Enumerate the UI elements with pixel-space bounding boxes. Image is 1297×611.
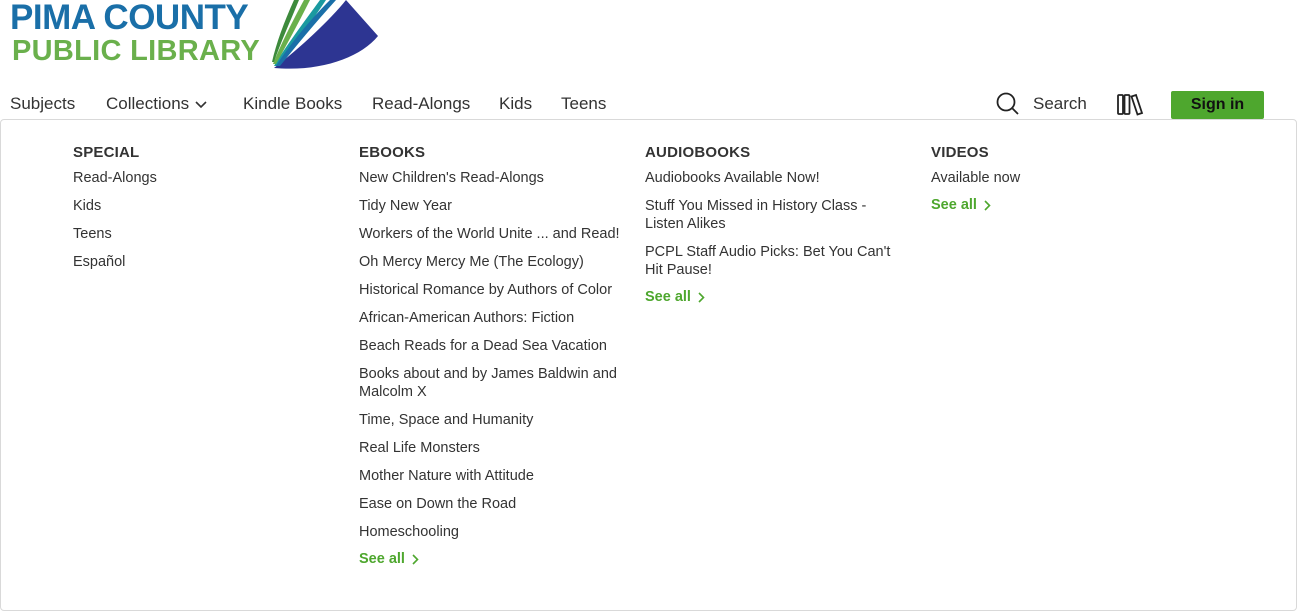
menu-column-videos: VIDEOS Available now See all: [931, 144, 1193, 213]
column-heading: VIDEOS: [931, 144, 989, 161]
nav-read-alongs[interactable]: Read-Alongs: [372, 94, 470, 114]
menu-link[interactable]: Workers of the World Unite ... and Read!: [359, 225, 621, 243]
column-heading: AUDIOBOOKS: [645, 144, 751, 161]
menu-link[interactable]: Audiobooks Available Now!: [645, 169, 907, 187]
library-logo[interactable]: PIMA COUNTY PUBLIC LIBRARY: [10, 0, 378, 72]
see-all-label: See all: [931, 197, 977, 213]
menu-link[interactable]: Read-Alongs: [73, 169, 335, 187]
menu-link[interactable]: Historical Romance by Authors of Color: [359, 281, 621, 299]
see-all-label: See all: [359, 551, 405, 567]
menu-link[interactable]: Oh Mercy Mercy Me (The Ecology): [359, 253, 621, 271]
nav-kindle-books[interactable]: Kindle Books: [243, 94, 342, 114]
menu-column-special: SPECIAL Read-Alongs Kids Teens Español: [73, 144, 335, 281]
menu-link[interactable]: Español: [73, 253, 335, 271]
sign-in-button[interactable]: Sign in: [1171, 91, 1264, 119]
logo-text-line2: PUBLIC LIBRARY: [12, 35, 261, 67]
menu-link[interactable]: Books about and by James Baldwin and Mal…: [359, 365, 621, 401]
chevron-right-icon: [698, 292, 705, 303]
menu-link[interactable]: Ease on Down the Road: [359, 495, 621, 513]
logo-text-line1: PIMA COUNTY: [10, 0, 249, 37]
nav-subjects[interactable]: Subjects: [10, 94, 75, 114]
see-all-link[interactable]: See all: [931, 197, 1193, 213]
menu-link[interactable]: Mother Nature with Attitude: [359, 467, 621, 485]
menu-link[interactable]: Time, Space and Humanity: [359, 411, 621, 429]
chevron-down-icon: [195, 100, 207, 108]
menu-link[interactable]: Real Life Monsters: [359, 439, 621, 457]
see-all-link[interactable]: See all: [645, 289, 907, 305]
nav-collections-label: Collections: [106, 94, 190, 113]
column-heading: SPECIAL: [73, 144, 140, 161]
chevron-right-icon: [412, 554, 419, 565]
menu-column-ebooks: EBOOKS New Children's Read-Alongs Tidy Ne…: [359, 144, 621, 567]
main-nav: Subjects Collections Kindle Books Read-A…: [0, 88, 1297, 120]
search-label: Search: [1033, 94, 1087, 113]
menu-link[interactable]: African-American Authors: Fiction: [359, 309, 621, 327]
menu-column-audiobooks: AUDIOBOOKS Audiobooks Available Now! Stuf…: [645, 144, 907, 305]
nav-collections[interactable]: Collections: [106, 94, 207, 114]
menu-link[interactable]: Available now: [931, 169, 1193, 187]
search-icon: [996, 92, 1019, 115]
menu-link[interactable]: Teens: [73, 225, 335, 243]
menu-link[interactable]: Tidy New Year: [359, 197, 621, 215]
collections-dropdown-panel: SPECIAL Read-Alongs Kids Teens Español EBOO…: [0, 119, 1297, 611]
book-pages-logo-icon: [272, 0, 378, 69]
menu-link[interactable]: Beach Reads for a Dead Sea Vacation: [359, 337, 621, 355]
chevron-right-icon: [984, 200, 991, 211]
nav-kids[interactable]: Kids: [499, 94, 532, 114]
see-all-link[interactable]: See all: [359, 551, 621, 567]
menu-link[interactable]: Stuff You Missed in History Class - List…: [645, 197, 907, 233]
nav-teens[interactable]: Teens: [561, 94, 606, 114]
see-all-label: See all: [645, 289, 691, 305]
library-shelf-icon[interactable]: [1116, 92, 1144, 116]
menu-link[interactable]: PCPL Staff Audio Picks: Bet You Can't Hi…: [645, 243, 907, 279]
menu-link[interactable]: New Children's Read-Alongs: [359, 169, 621, 187]
menu-link[interactable]: Kids: [73, 197, 335, 215]
column-heading: EBOOKS: [359, 144, 426, 161]
menu-link[interactable]: Homeschooling: [359, 523, 621, 541]
